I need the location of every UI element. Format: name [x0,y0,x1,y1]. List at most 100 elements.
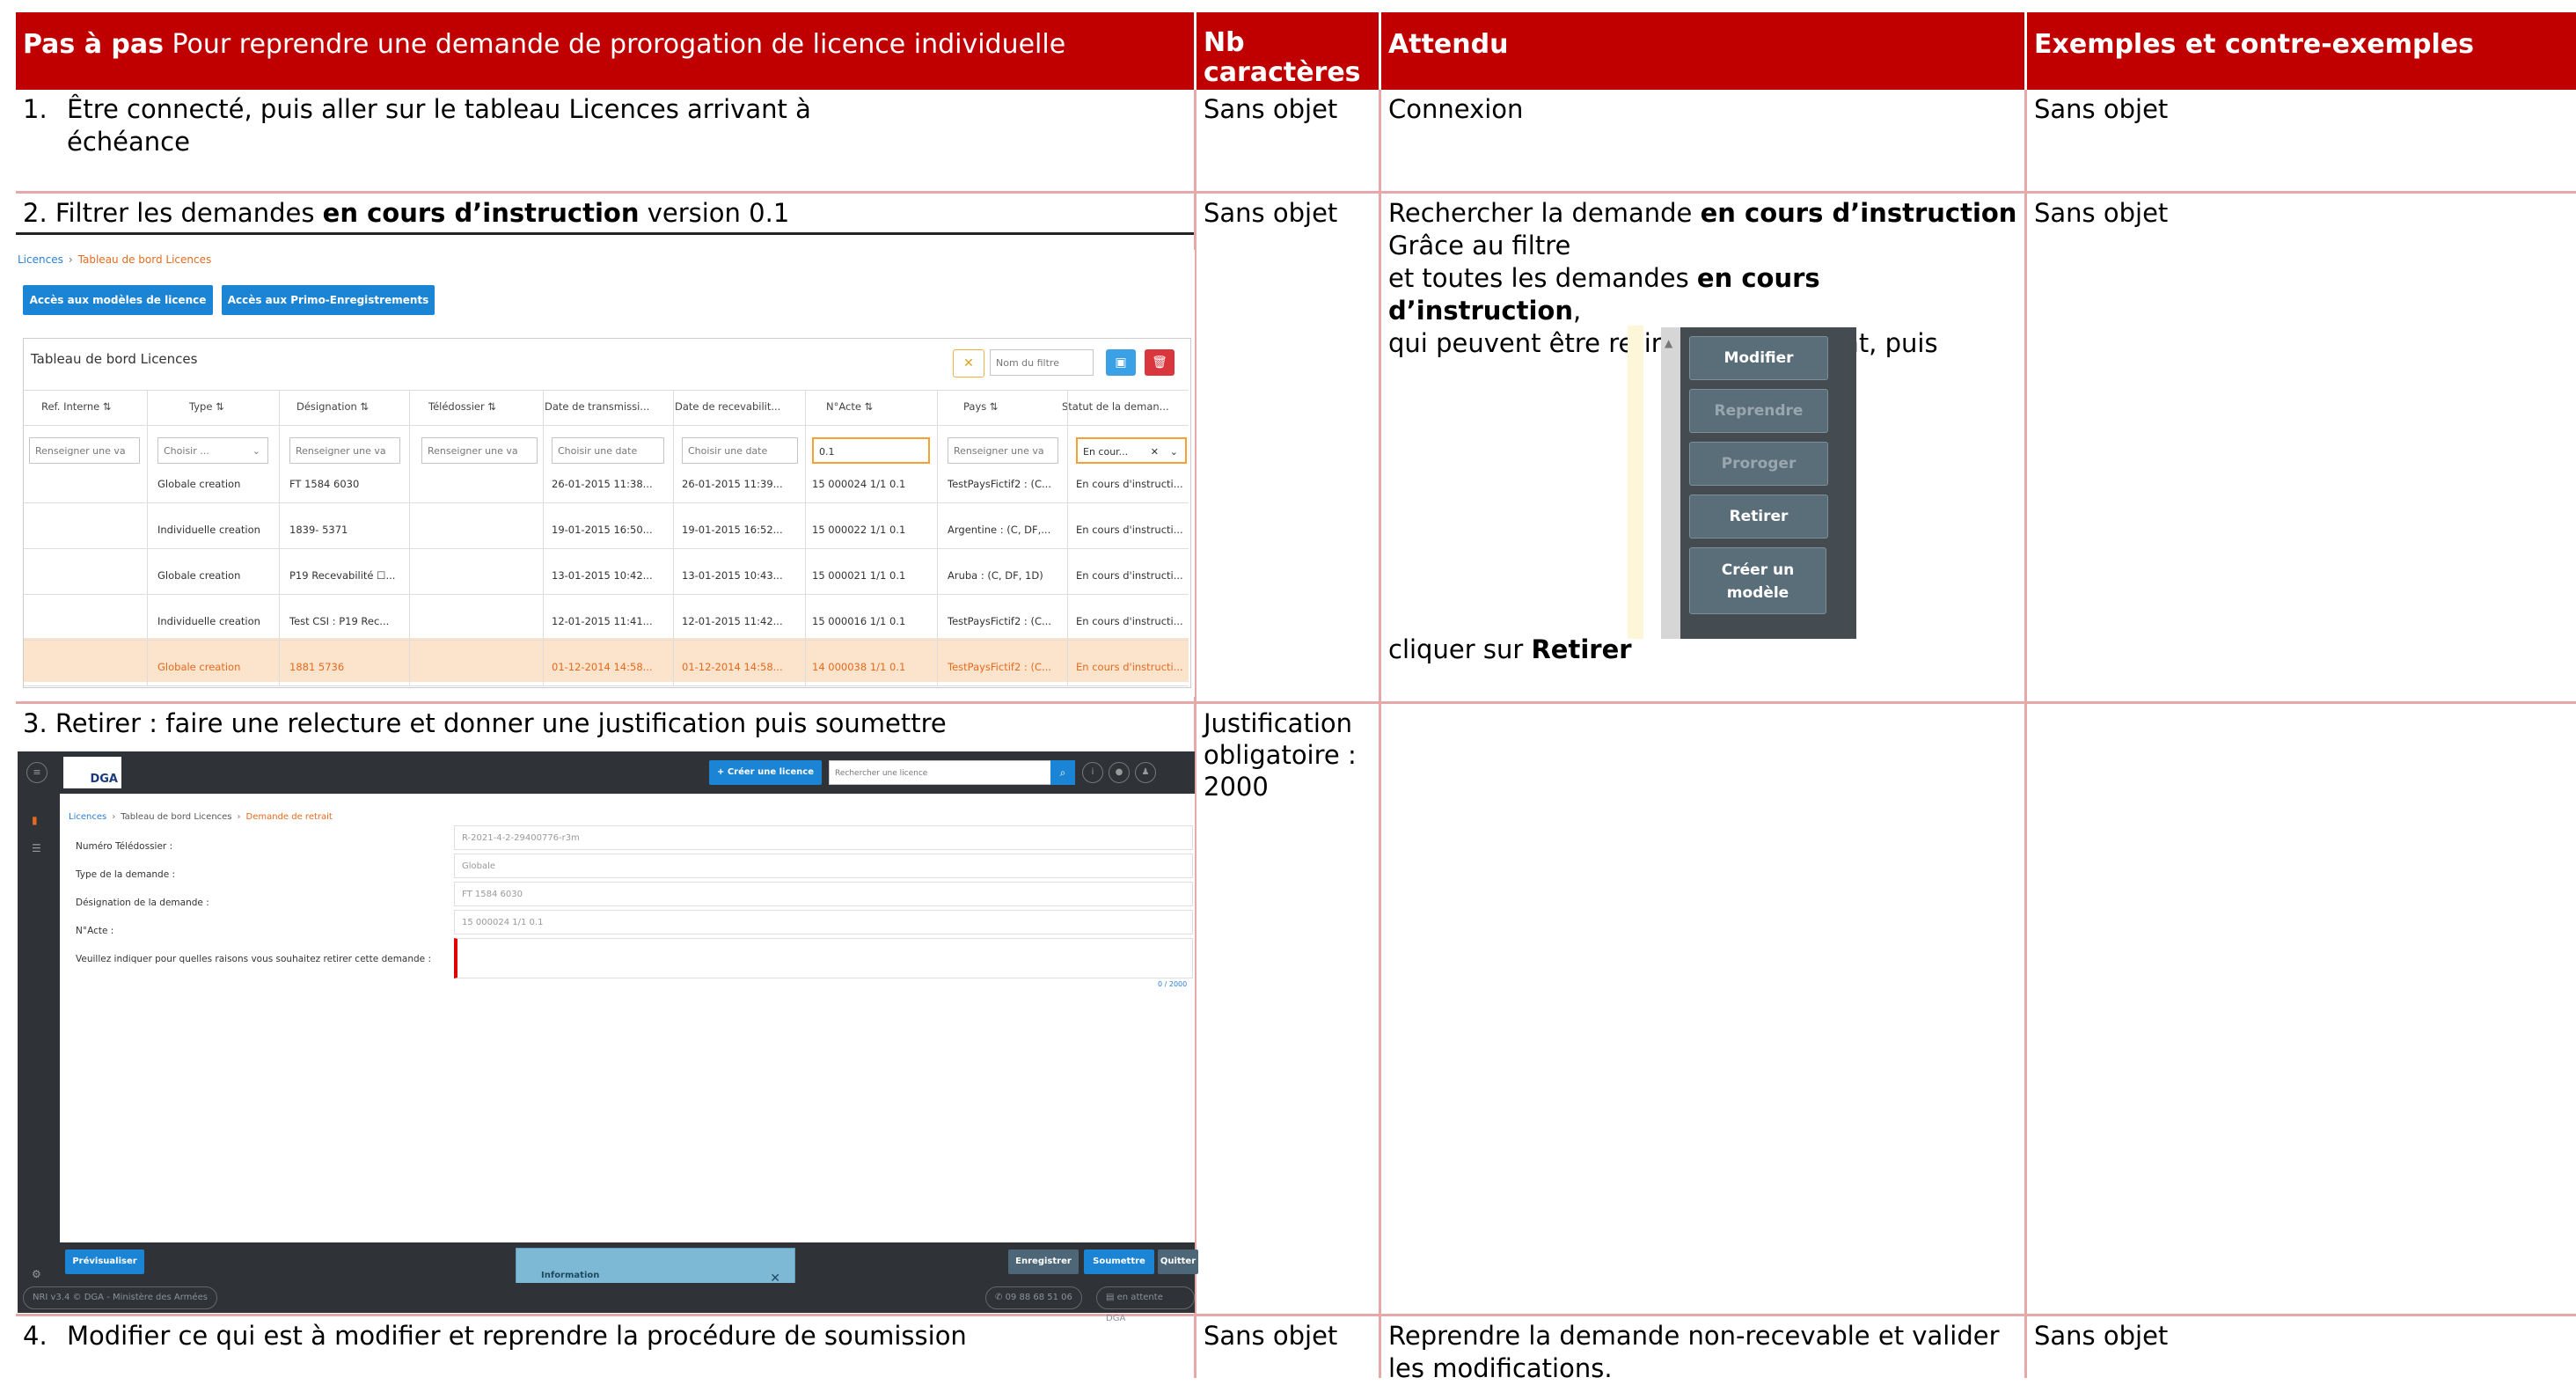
table-cell[interactable]: 26-01-2015 11:39... [682,478,805,491]
table-cell[interactable]: En cours d'instructi... [1076,478,1199,491]
sort-icon[interactable]: ⇅ [360,400,369,413]
sort-icon[interactable]: ⇅ [216,400,224,413]
table-cell[interactable]: En cours d'instructi... [1076,615,1199,628]
table-cell[interactable]: Globale creation [157,569,281,583]
preview-button[interactable]: Prévisualiser [65,1249,144,1274]
col-teledossier[interactable]: Télédossier ⇅ [428,400,496,414]
sort-icon[interactable]: ⇅ [865,400,874,413]
menu-creer-modele-button[interactable]: Créer un modèle [1689,547,1826,614]
step-1: 1. Être connecté, puis aller sur le tabl… [16,90,1197,191]
col-date-transmission[interactable]: Date de transmissi... [545,400,668,414]
save-button[interactable]: Enregistrer [1008,1249,1079,1274]
col-type[interactable]: Type ⇅ [189,400,224,414]
table-cell[interactable]: Argentine : (C, DF,... [948,524,1071,537]
filter-date-transmission[interactable]: Choisir une date [552,437,664,464]
table-cell[interactable]: 19-01-2015 16:50... [552,524,675,537]
table-cell[interactable]: Individuelle creation [157,524,281,537]
breadcrumb-licences[interactable]: Licences [18,253,63,266]
chevron-down-icon[interactable]: ⌄ [252,438,260,463]
filter-ref-interne[interactable]: Renseigner une va [29,437,140,464]
chevron-up-icon[interactable]: ▲ [1665,327,1672,360]
close-icon[interactable]: ✕ [1151,439,1159,462]
phone-pill: ✆ 09 88 68 51 06 [985,1286,1082,1309]
chevron-right-icon: › [112,812,116,822]
filter-teledossier[interactable]: Renseigner une va [421,437,538,464]
sort-icon[interactable]: ⇅ [990,400,999,413]
search-icon[interactable]: ⌕ [1050,760,1075,785]
filter-type[interactable]: Choisir ... ⌄ [157,437,268,464]
user-icon[interactable]: ♟ [1135,762,1156,783]
clear-filter-icon[interactable]: ✕ [953,349,984,377]
col-date-recevabilite[interactable]: Date de recevabilit... [675,400,798,414]
search-input[interactable]: Rechercher une licence [829,760,1052,785]
menu-reprendre-button[interactable]: Reprendre [1689,389,1828,433]
table-cell[interactable]: 12-01-2015 11:41... [552,615,675,628]
attendu-1: Connexion [1381,90,2027,191]
filter-date-recevabilite[interactable]: Choisir une date [682,437,798,464]
table-cell[interactable]: En cours d'instructi... [1076,661,1199,674]
table-cell[interactable]: 15 000016 1/1 0.1 [812,615,935,628]
create-licence-button[interactable]: + Créer une licence [709,760,822,785]
table-cell[interactable]: TestPaysFictif2 : (C... [948,478,1071,491]
table-cell[interactable]: 26-01-2015 11:38... [552,478,675,491]
nb-1: Sans objet [1197,90,1381,191]
table-cell[interactable]: 1839- 5371 [289,524,413,537]
col-ref-interne[interactable]: Ref. Interne ⇅ [41,400,112,414]
table-cell[interactable]: Globale creation [157,661,281,674]
table-cell[interactable]: 13-01-2015 10:43... [682,569,805,583]
filter-designation[interactable]: Renseigner une va [289,437,400,464]
table-cell[interactable]: 15 000022 1/1 0.1 [812,524,935,537]
save-filter-icon[interactable]: ▣ [1106,349,1136,376]
menu-retirer-button[interactable]: Retirer [1689,495,1828,539]
panel-title: Tableau de bord Licences [31,351,198,367]
chevron-down-icon[interactable]: ⌄ [1170,439,1178,462]
filter-pays[interactable]: Renseigner une va [948,437,1058,464]
table-cell[interactable]: Globale creation [157,478,281,491]
table-cell[interactable]: Test CSI : P19 Rec... [289,615,413,628]
table-cell[interactable]: TestPaysFictif2 : (C... [948,615,1071,628]
table-cell[interactable]: P19 Recevabilité ☐... [289,569,413,583]
filter-name-input[interactable]: Nom du filtre [990,349,1094,376]
col-nacte[interactable]: N°Acte ⇅ [826,400,873,414]
models-button[interactable]: Accès aux modèles de licence [23,285,213,315]
nb-4: Sans objet [1197,1316,1381,1378]
table-cell[interactable]: 13-01-2015 10:42... [552,569,675,583]
list-nav-icon[interactable]: ☰ [32,832,41,865]
table-cell[interactable]: En cours d'instructi... [1076,569,1199,583]
info-icon[interactable]: i [1082,762,1103,783]
table-cell[interactable]: Aruba : (C, DF, 1D) [948,569,1071,583]
scrollbar[interactable]: ▲ [1661,327,1680,639]
status-bar: NRI v3.4 © DGA - Ministère des Armées ✆ … [18,1283,1195,1323]
table-cell[interactable]: FT 1584 6030 [289,478,413,491]
bell-icon[interactable]: ● [1109,762,1130,783]
breadcrumb-licences[interactable]: Licences [69,812,106,822]
quit-button[interactable]: Quitter [1158,1249,1198,1274]
table-cell[interactable]: Individuelle creation [157,615,281,628]
breadcrumb-dashboard[interactable]: Tableau de bord Licences [121,812,231,822]
table-cell[interactable]: 15 000021 1/1 0.1 [812,569,935,583]
menu-proroger-button[interactable]: Proroger [1689,442,1828,486]
table-cell[interactable]: 19-01-2015 16:52... [682,524,805,537]
filter-nacte[interactable]: 0.1 [812,437,930,464]
delete-filter-icon[interactable]: 🗑 [1145,349,1175,376]
sort-icon[interactable]: ⇅ [487,400,496,413]
table-cell[interactable]: 14 000038 1/1 0.1 [812,661,935,674]
table-cell[interactable]: 12-01-2015 11:42... [682,615,805,628]
reason-textarea[interactable] [454,938,1193,978]
col-pays[interactable]: Pays ⇅ [963,400,999,414]
col-designation[interactable]: Désignation ⇅ [296,400,369,414]
table-cell[interactable]: En cours d'instructi... [1076,524,1199,537]
submit-button[interactable]: Soumettre [1084,1249,1154,1274]
col-statut[interactable]: Statut de la deman... [1062,400,1185,414]
table-cell[interactable]: 01-12-2014 14:58... [682,661,805,674]
sort-icon[interactable]: ⇅ [103,400,112,413]
filter-statut[interactable]: En cour... ✕ ⌄ [1076,437,1187,464]
exemples-1: Sans objet [2034,94,2169,124]
primo-button[interactable]: Accès aux Primo-Enregistrements [222,285,435,315]
table-cell[interactable]: TestPaysFictif2 : (C... [948,661,1071,674]
table-cell[interactable]: 01-12-2014 14:58... [552,661,675,674]
menu-modifier-button[interactable]: Modifier [1689,336,1828,380]
table-cell[interactable]: 15 000024 1/1 0.1 [812,478,935,491]
table-cell[interactable]: 1881 5736 [289,661,413,674]
menu-icon[interactable]: ≡ [26,762,48,783]
